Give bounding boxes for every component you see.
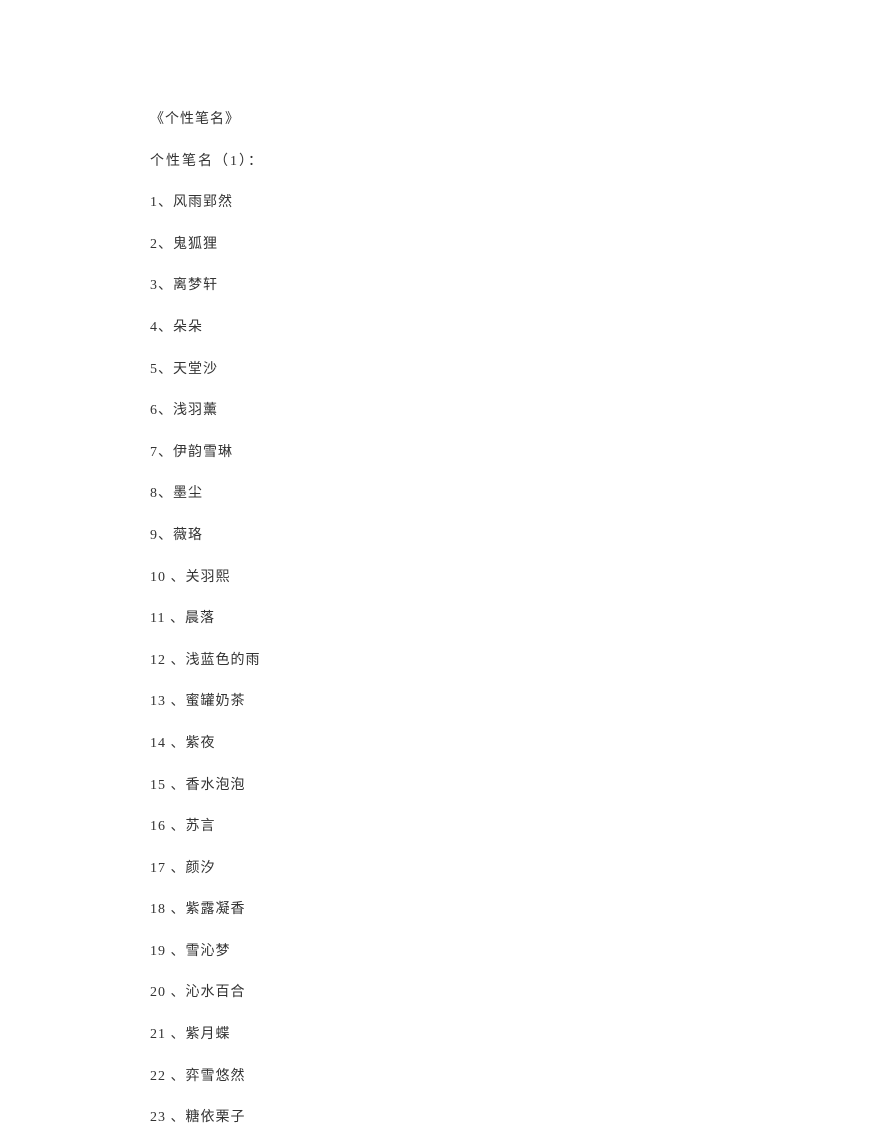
list-item: 11 、晨落 xyxy=(150,609,736,629)
list-item: 2、鬼狐狸 xyxy=(150,235,736,255)
list-item: 9、薇珞 xyxy=(150,526,736,546)
list-item: 23 、糖依栗子 xyxy=(150,1108,736,1128)
list-item: 20 、沁水百合 xyxy=(150,983,736,1003)
list-item: 21 、紫月蝶 xyxy=(150,1025,736,1045)
list-item: 7、伊韵雪琳 xyxy=(150,443,736,463)
list-item: 22 、弈雪悠然 xyxy=(150,1067,736,1087)
list-item: 18 、紫露凝香 xyxy=(150,900,736,920)
list-item: 15 、香水泡泡 xyxy=(150,776,736,796)
list-item: 19 、雪沁梦 xyxy=(150,942,736,962)
list-item: 1、风雨郢然 xyxy=(150,193,736,213)
list-item: 5、天堂沙 xyxy=(150,360,736,380)
list-item: 4、朵朵 xyxy=(150,318,736,338)
document-title: 《个性笔名》 xyxy=(150,110,736,130)
list-item: 3、离梦轩 xyxy=(150,276,736,296)
list-item: 8、墨尘 xyxy=(150,484,736,504)
list-item: 13 、蜜罐奶茶 xyxy=(150,692,736,712)
list-item: 17 、颜汐 xyxy=(150,859,736,879)
list-item: 14 、紫夜 xyxy=(150,734,736,754)
list-item: 16 、苏言 xyxy=(150,817,736,837)
list-item: 6、浅羽薰 xyxy=(150,401,736,421)
list-item: 10 、关羽熙 xyxy=(150,568,736,588)
section-subtitle: 个性笔名（1）： xyxy=(150,152,736,172)
list-item: 12 、浅蓝色的雨 xyxy=(150,651,736,671)
